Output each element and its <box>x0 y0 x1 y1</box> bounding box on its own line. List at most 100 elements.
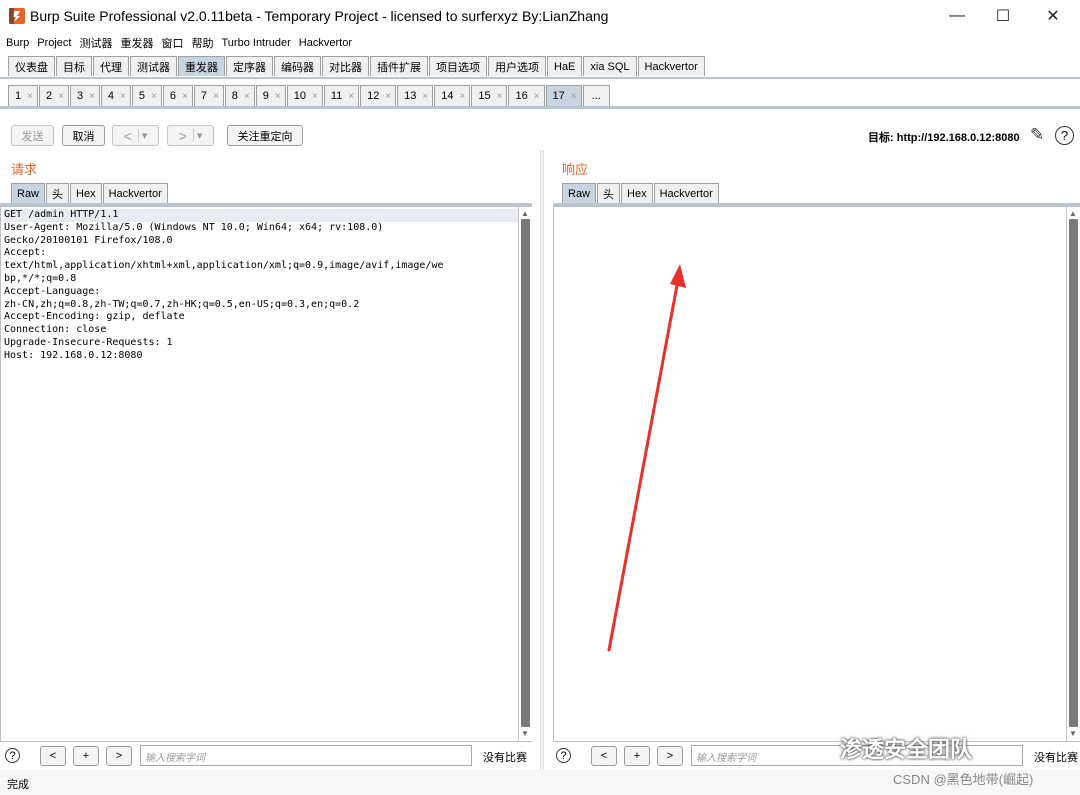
repeater-tab-9[interactable]: 9 × <box>255 85 286 106</box>
scroll-up-icon[interactable]: ▲ <box>519 207 531 219</box>
tab-xia-sql[interactable]: xia SQL <box>583 56 637 76</box>
repeater-tab-label: 10 <box>293 90 306 102</box>
response-tab-hackvertor[interactable]: Hackvertor <box>653 183 719 203</box>
tab-target[interactable]: 目标 <box>56 56 92 76</box>
scroll-up-icon[interactable]: ▲ <box>1067 207 1079 219</box>
response-scrollbar[interactable]: ▲ ▼ <box>1066 207 1080 741</box>
help-icon[interactable]: ? <box>1055 126 1074 145</box>
scroll-down-icon[interactable]: ▼ <box>519 727 531 739</box>
tab-close-icon[interactable]: × <box>348 91 354 102</box>
repeater-tab-7[interactable]: 7 × <box>193 85 224 106</box>
repeater-tab-8[interactable]: 8 × <box>224 85 255 106</box>
repeater-tab-15[interactable]: 15 × <box>471 85 508 106</box>
tab-close-icon[interactable]: × <box>27 91 33 102</box>
request-tab-headers[interactable]: 头 <box>46 183 70 203</box>
request-scroll-thumb[interactable] <box>521 219 530 727</box>
response-tab-hex[interactable]: Hex <box>621 183 653 203</box>
tab-close-icon[interactable]: × <box>422 91 428 102</box>
menu-window[interactable]: 窗口 <box>162 35 184 51</box>
cancel-button[interactable]: 取消 <box>62 125 105 146</box>
history-forward-button[interactable]: > ▾ <box>167 125 214 146</box>
request-scrollbar[interactable]: ▲ ▼ <box>518 207 532 741</box>
repeater-tab-4[interactable]: 4 × <box>100 85 131 106</box>
repeater-tab-17[interactable]: 17 × <box>545 85 582 106</box>
request-search-add-button[interactable]: + <box>73 746 99 766</box>
tab-close-icon[interactable]: × <box>213 91 219 102</box>
request-tab-hex[interactable]: Hex <box>70 183 102 203</box>
menu-project[interactable]: Project <box>37 37 71 49</box>
send-button[interactable]: 发送 <box>11 125 54 146</box>
response-search-next-button[interactable]: > <box>657 746 683 766</box>
tab-close-icon[interactable]: × <box>460 91 466 102</box>
follow-redirect-button[interactable]: 关注重定向 <box>227 125 303 146</box>
repeater-tab-12[interactable]: 12 × <box>360 85 397 106</box>
tab-repeater[interactable]: 重发器 <box>178 56 225 76</box>
tab-close-icon[interactable]: × <box>120 91 126 102</box>
repeater-tab-16[interactable]: 16 × <box>508 85 545 106</box>
repeater-tab-label: 15 <box>478 90 491 102</box>
menu-hackvertor[interactable]: Hackvertor <box>299 37 352 49</box>
request-search-prev-button[interactable]: < <box>40 746 66 766</box>
tab-sequencer[interactable]: 定序器 <box>226 56 273 76</box>
repeater-tab-label: 6 <box>169 90 176 102</box>
menu-turbo-intruder[interactable]: Turbo Intruder <box>222 37 291 49</box>
tab-dashboard[interactable]: 仪表盘 <box>8 56 55 76</box>
response-tab-headers[interactable]: 头 <box>597 183 621 203</box>
menu-repeater[interactable]: 重发器 <box>121 35 154 51</box>
response-tab-raw[interactable]: Raw <box>562 183 597 203</box>
tab-close-icon[interactable]: × <box>151 91 157 102</box>
tab-proxy[interactable]: 代理 <box>93 56 129 76</box>
tab-close-icon[interactable]: × <box>571 91 577 102</box>
history-back-button[interactable]: < ▾ <box>112 125 159 146</box>
request-editor[interactable]: GET /admin HTTP/1.1 User-Agent: Mozilla/5… <box>0 206 532 742</box>
repeater-tab-10[interactable]: 10 × <box>286 85 323 106</box>
tab-close-icon[interactable]: × <box>182 91 188 102</box>
response-view-tabs: Raw 头 Hex Hackvertor <box>562 183 720 203</box>
pane-splitter[interactable] <box>540 150 544 770</box>
tab-close-icon[interactable]: × <box>497 91 503 102</box>
response-scroll-thumb[interactable] <box>1069 219 1078 727</box>
tab-comparer[interactable]: 对比器 <box>322 56 369 76</box>
repeater-tab-5[interactable]: 5 × <box>131 85 162 106</box>
response-search-prev-button[interactable]: < <box>591 746 617 766</box>
tab-user-options[interactable]: 用户选项 <box>488 56 546 76</box>
tab-extender[interactable]: 插件扩展 <box>370 56 428 76</box>
minimize-button[interactable]: — <box>934 0 980 32</box>
tab-intruder[interactable]: 测试器 <box>130 56 177 76</box>
repeater-tab-3[interactable]: 3 × <box>69 85 100 106</box>
menu-intruder[interactable]: 测试器 <box>80 35 113 51</box>
request-search-next-button[interactable]: > <box>106 746 132 766</box>
repeater-tab-more[interactable]: ... <box>582 85 610 106</box>
tab-decoder[interactable]: 编码器 <box>274 56 321 76</box>
menu-help[interactable]: 帮助 <box>192 35 214 51</box>
maximize-button[interactable]: ☐ <box>980 0 1026 32</box>
main-tab-divider <box>0 77 1080 79</box>
request-tab-raw[interactable]: Raw <box>11 183 46 203</box>
request-tab-hackvertor[interactable]: Hackvertor <box>102 183 168 203</box>
repeater-tab-6[interactable]: 6 × <box>162 85 193 106</box>
repeater-tab-label: 12 <box>367 90 380 102</box>
tab-hackvertor[interactable]: Hackvertor <box>637 56 705 76</box>
request-search-input[interactable]: 输入搜索字词 <box>140 745 472 766</box>
repeater-tab-1[interactable]: 1 × <box>8 85 38 106</box>
tab-close-icon[interactable]: × <box>244 91 250 102</box>
repeater-tab-11[interactable]: 11 × <box>323 85 360 106</box>
tab-close-icon[interactable]: × <box>275 91 281 102</box>
response-search-add-button[interactable]: + <box>624 746 650 766</box>
tab-close-icon[interactable]: × <box>312 91 318 102</box>
repeater-tab-2[interactable]: 2 × <box>38 85 69 106</box>
repeater-tab-13[interactable]: 13 × <box>397 85 434 106</box>
repeater-tab-14[interactable]: 14 × <box>434 85 471 106</box>
scroll-down-icon[interactable]: ▼ <box>1067 727 1079 739</box>
tab-close-icon[interactable]: × <box>89 91 95 102</box>
request-search-help-icon[interactable]: ? <box>5 748 20 763</box>
edit-target-icon[interactable]: ✎ <box>1030 125 1044 145</box>
close-window-button[interactable]: ✕ <box>1030 0 1076 32</box>
tab-close-icon[interactable]: × <box>534 91 540 102</box>
tab-hae[interactable]: HaE <box>547 56 583 76</box>
menu-burp[interactable]: Burp <box>6 37 29 49</box>
tab-close-icon[interactable]: × <box>58 91 64 102</box>
tab-close-icon[interactable]: × <box>385 91 391 102</box>
tab-project-options[interactable]: 项目选项 <box>429 56 487 76</box>
response-search-help-icon[interactable]: ? <box>556 748 571 763</box>
